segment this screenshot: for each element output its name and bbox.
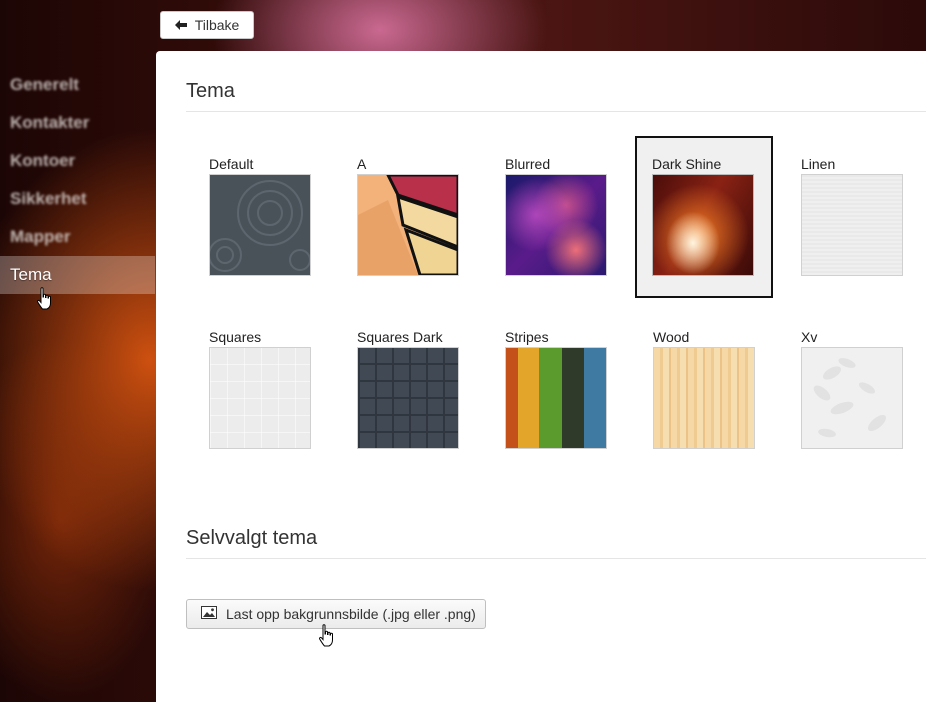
theme-thumbnail-squares [209,347,311,449]
theme-thumbnail-squares-dark [357,347,459,449]
back-button-label: Tilbake [194,17,240,33]
theme-option-squares-dark[interactable]: Squares Dark [340,309,478,471]
theme-thumbnail-stripes [505,347,607,449]
theme-option-blurred[interactable]: Blurred [488,136,626,298]
theme-thumbnail-blurred [505,174,607,276]
theme-label: Blurred [505,156,551,172]
back-button[interactable]: Tilbake [160,11,254,39]
theme-section-title: Tema [186,80,235,102]
theme-thumbnail-default [209,174,311,276]
theme-option-a[interactable]: A [340,136,478,298]
arrow-left-icon [174,20,187,30]
sidebar-item-mapper[interactable]: Mapper [0,218,155,256]
sidebar-item-kontoer[interactable]: Kontoer [0,142,155,180]
sidebar-item-generelt[interactable]: Generelt [0,66,155,104]
settings-panel: Tema Default A Blurred Dark Shine Linen … [156,51,926,702]
theme-label: Stripes [505,329,549,345]
theme-thumbnail-wood [653,347,755,449]
sidebar-item-kontakter[interactable]: Kontakter [0,104,155,142]
theme-option-default[interactable]: Default [192,136,330,298]
theme-thumbnail-linen [801,174,903,276]
hand-cursor-icon [36,287,54,311]
divider [186,558,926,559]
theme-label: Squares Dark [357,329,443,345]
theme-option-squares[interactable]: Squares [192,309,330,471]
theme-option-wood[interactable]: Wood [636,309,774,471]
theme-thumbnail-dark-shine [652,174,754,276]
custom-theme-section-title: Selvvalgt tema [186,527,318,549]
theme-option-stripes[interactable]: Stripes [488,309,626,471]
theme-thumbnail-a [357,174,459,276]
theme-thumbnail-xv [801,347,903,449]
theme-option-dark-shine[interactable]: Dark Shine [635,136,773,298]
upload-button-label: Last opp bakgrunnsbilde (.jpg eller .png… [226,606,476,622]
divider [186,111,926,112]
settings-sidebar: Generelt Kontakter Kontoer Sikkerhet Map… [0,66,155,294]
upload-background-button[interactable]: Last opp bakgrunnsbilde (.jpg eller .png… [186,599,486,629]
hand-cursor-icon [318,624,336,648]
theme-label: Squares [209,329,262,345]
sidebar-item-sikkerhet[interactable]: Sikkerhet [0,180,155,218]
theme-label: Default [209,156,254,172]
theme-option-linen[interactable]: Linen [784,136,922,298]
image-icon [201,606,217,622]
theme-label: Wood [653,329,690,345]
theme-label: Linen [801,156,836,172]
theme-label: A [357,156,367,172]
theme-label: Xv [801,329,818,345]
theme-label: Dark Shine [652,156,722,172]
sidebar-item-tema[interactable]: Tema [0,256,155,294]
theme-option-xv[interactable]: Xv [784,309,922,471]
